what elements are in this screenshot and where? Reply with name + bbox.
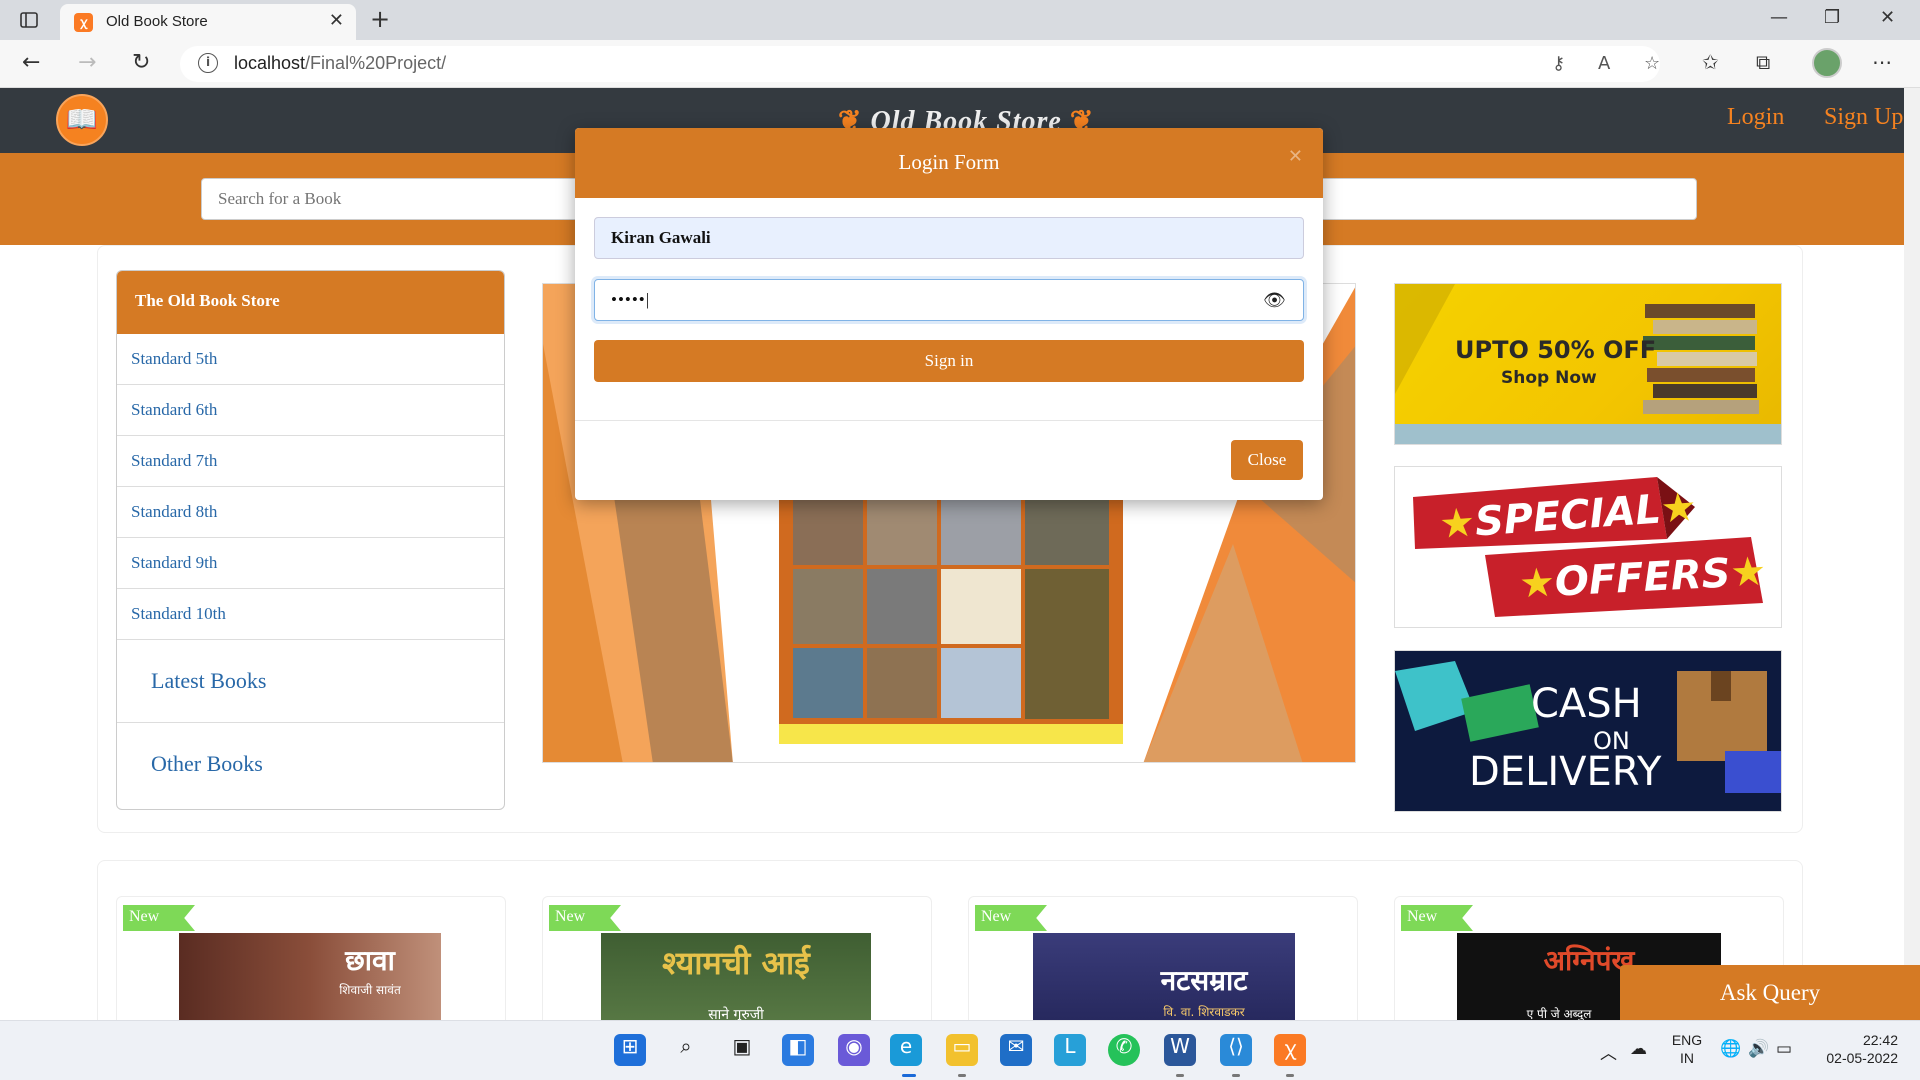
file-explorer-icon[interactable]: ▭ <box>946 1034 978 1066</box>
windows-taskbar: ⊞ ⌕ ▣ ◧ ◉ e ▭ ✉ L ✆ W ⟨⟩ ꭓ ︿ ☁ ENG IN 🌐 … <box>0 1020 1920 1080</box>
chat-icon[interactable]: ◉ <box>838 1034 870 1066</box>
back-icon[interactable]: ← <box>22 50 40 75</box>
language-code: ENG <box>1671 1032 1703 1048</box>
forward-icon[interactable]: → <box>78 50 96 75</box>
tab-actions-icon[interactable] <box>18 9 40 31</box>
username-field[interactable]: Kiran Gawali <box>594 217 1304 259</box>
task-view-icon[interactable]: ▣ <box>726 1034 758 1066</box>
volume-icon[interactable]: 🔊 <box>1748 1039 1769 1059</box>
key-icon[interactable]: ⚷ <box>1552 53 1565 74</box>
url-field[interactable]: i localhost/Final%20Project/ ⚷ A ☆ <box>180 46 1660 82</box>
l-app-icon[interactable]: L <box>1054 1034 1086 1066</box>
vscode-running-indicator <box>1232 1074 1240 1077</box>
mail-icon[interactable]: ✉ <box>1000 1034 1032 1066</box>
favorites-icon[interactable]: ✩ <box>1702 50 1719 74</box>
add-favorite-icon[interactable]: ☆ <box>1644 53 1660 74</box>
edge-active-indicator <box>902 1074 916 1077</box>
tray-overflow-icon[interactable]: ︿ <box>1600 1039 1617 1064</box>
edge-icon[interactable]: e <box>890 1034 922 1066</box>
site-info-icon[interactable]: i <box>198 53 218 73</box>
clock-time: 22:42 <box>1862 1032 1898 1048</box>
modal-title: Login Form <box>898 150 1000 174</box>
minimize-icon[interactable]: — <box>1770 7 1788 28</box>
more-icon[interactable]: ⋯ <box>1872 50 1892 74</box>
login-modal: Login Form ✕ Kiran Gawali •••••| 👁 Sign … <box>575 128 1323 500</box>
xampp-favicon-icon: ꭓ <box>74 13 93 32</box>
word-running-indicator <box>1176 1074 1184 1077</box>
show-password-eye-icon[interactable]: 👁 <box>1263 290 1287 311</box>
sign-in-button[interactable]: Sign in <box>594 340 1304 382</box>
read-aloud-icon[interactable]: A <box>1598 53 1610 74</box>
whatsapp-icon[interactable]: ✆ <box>1108 1034 1140 1066</box>
browser-tab[interactable]: ꭓ Old Book Store ✕ <box>60 4 356 40</box>
network-icon[interactable]: 🌐 <box>1720 1039 1741 1059</box>
modal-divider <box>575 420 1323 421</box>
clock[interactable]: 22:42 02-05-2022 <box>1812 1031 1898 1067</box>
restore-icon[interactable]: ❐ <box>1824 7 1840 28</box>
explorer-running-indicator <box>958 1074 966 1077</box>
vscode-icon[interactable]: ⟨⟩ <box>1220 1034 1252 1066</box>
browser-tab-bar: ꭓ Old Book Store ✕ + — ❐ ✕ <box>0 0 1920 40</box>
tab-title: Old Book Store <box>106 13 208 30</box>
url-text: localhost/Final%20Project/ <box>234 53 447 73</box>
start-icon[interactable]: ⊞ <box>614 1034 646 1066</box>
address-bar: ← → ↻ i localhost/Final%20Project/ ⚷ A ☆… <box>0 40 1920 88</box>
refresh-icon[interactable]: ↻ <box>132 50 150 75</box>
clock-date: 02-05-2022 <box>1826 1050 1898 1066</box>
modal-close-icon[interactable]: ✕ <box>1288 146 1303 167</box>
widgets-icon[interactable]: ◧ <box>782 1034 814 1066</box>
xampp-icon[interactable]: ꭓ <box>1274 1034 1306 1066</box>
battery-icon[interactable]: ▭ <box>1776 1039 1792 1059</box>
search-icon[interactable]: ⌕ <box>670 1034 702 1066</box>
new-tab-icon[interactable]: + <box>370 5 390 33</box>
password-value: ••••• <box>611 290 646 309</box>
close-button[interactable]: Close <box>1231 440 1303 480</box>
tab-close-icon[interactable]: ✕ <box>329 10 344 31</box>
page-scrollbar[interactable] <box>1904 88 1920 1020</box>
profile-avatar[interactable] <box>1812 48 1842 78</box>
collections-icon[interactable]: ⧉ <box>1756 50 1770 74</box>
word-icon[interactable]: W <box>1164 1034 1196 1066</box>
region-code: IN <box>1680 1050 1694 1066</box>
language-indicator[interactable]: ENG IN <box>1666 1031 1708 1067</box>
window-close-icon[interactable]: ✕ <box>1880 7 1895 28</box>
password-field[interactable]: •••••| 👁 <box>594 279 1304 321</box>
xampp-running-indicator <box>1286 1074 1294 1077</box>
modal-header: Login Form ✕ <box>575 128 1323 198</box>
onedrive-icon[interactable]: ☁ <box>1630 1039 1647 1059</box>
